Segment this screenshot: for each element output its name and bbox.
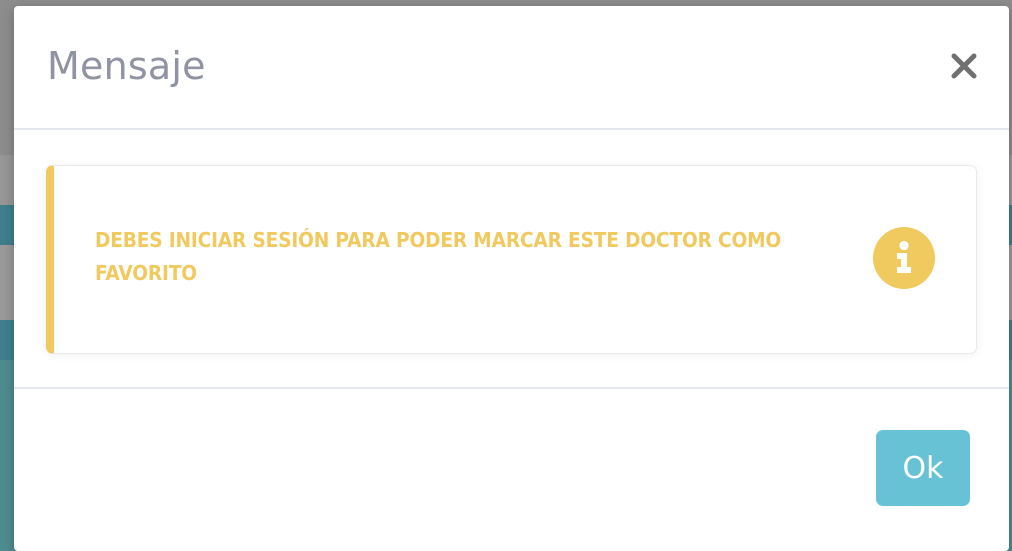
dialog-header: Mensaje [14, 6, 1009, 130]
ok-button[interactable]: Ok [876, 430, 970, 506]
alert-message: DEBES INICIAR SESIÓN PARA PODER MARCAR E… [95, 228, 782, 285]
dialog-footer: Ok [14, 387, 1009, 551]
dialog-body: DEBES INICIAR SESIÓN PARA PODER MARCAR E… [14, 130, 1009, 387]
info-icon [873, 227, 935, 289]
message-dialog: Mensaje DEBES INICIAR SESIÓN PARA PODER … [14, 6, 1009, 551]
dialog-title: Mensaje [47, 44, 206, 88]
close-icon [946, 48, 982, 84]
close-button[interactable] [946, 48, 982, 84]
warning-alert: DEBES INICIAR SESIÓN PARA PODER MARCAR E… [46, 165, 977, 354]
